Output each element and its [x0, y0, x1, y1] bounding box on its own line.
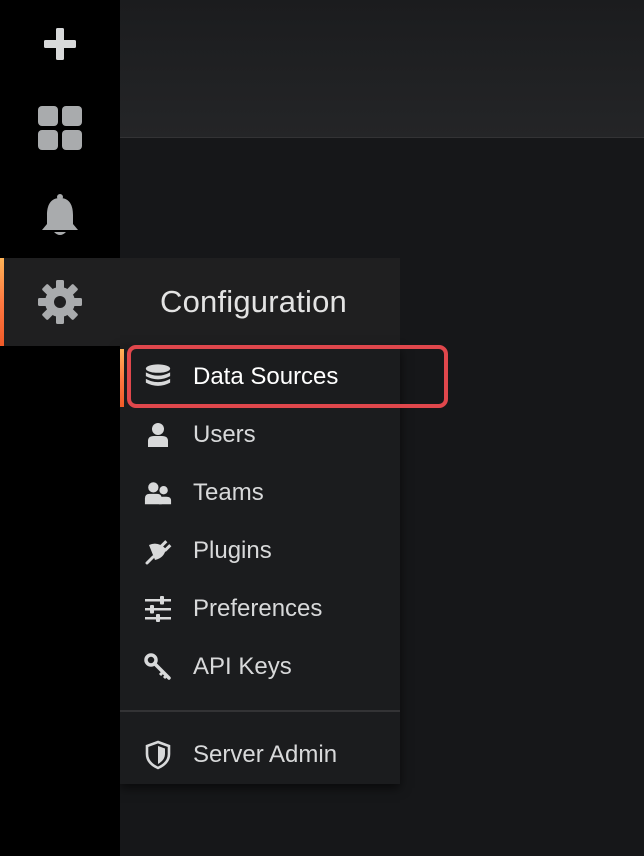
database-icon	[144, 363, 172, 391]
menu-item-server-admin[interactable]: Server Admin	[120, 726, 400, 784]
menu-item-label: Plugins	[193, 537, 272, 564]
user-icon	[144, 421, 172, 449]
configuration-button[interactable]	[0, 258, 120, 346]
key-icon	[144, 653, 172, 681]
gear-icon	[38, 280, 82, 324]
config-dropdown-menu: Data Sources Users Teams Plugins Prefere…	[120, 346, 400, 784]
create-button[interactable]	[0, 0, 120, 88]
menu-item-data-sources[interactable]: Data Sources	[120, 348, 400, 407]
alerting-button[interactable]	[0, 172, 120, 260]
menu-item-plugins[interactable]: Plugins	[120, 522, 400, 580]
menu-item-label: Preferences	[193, 595, 323, 622]
plus-icon	[44, 28, 76, 60]
menu-item-label: API Keys	[193, 653, 292, 680]
bell-icon	[42, 194, 78, 235]
menu-item-label: Data Sources	[193, 363, 339, 390]
menu-item-teams[interactable]: Teams	[120, 464, 400, 522]
users-icon	[144, 479, 172, 507]
menu-item-users[interactable]: Users	[120, 406, 400, 464]
shield-icon	[144, 740, 172, 770]
menu-item-label: Users	[193, 421, 256, 448]
dashboards-icon	[38, 106, 82, 150]
menu-item-label: Server Admin	[193, 741, 338, 768]
dashboards-button[interactable]	[0, 84, 120, 172]
active-indicator	[0, 258, 4, 346]
plug-icon	[144, 537, 172, 565]
page-header	[120, 0, 644, 138]
config-menu-header: Configuration	[120, 258, 400, 346]
active-indicator	[120, 349, 124, 407]
menu-item-api-keys[interactable]: API Keys	[120, 638, 400, 696]
menu-divider	[120, 710, 400, 712]
menu-item-label: Teams	[193, 479, 264, 506]
sliders-icon	[144, 595, 172, 623]
menu-title: Configuration	[160, 284, 347, 319]
sidebar	[0, 0, 120, 856]
menu-item-preferences[interactable]: Preferences	[120, 580, 400, 638]
